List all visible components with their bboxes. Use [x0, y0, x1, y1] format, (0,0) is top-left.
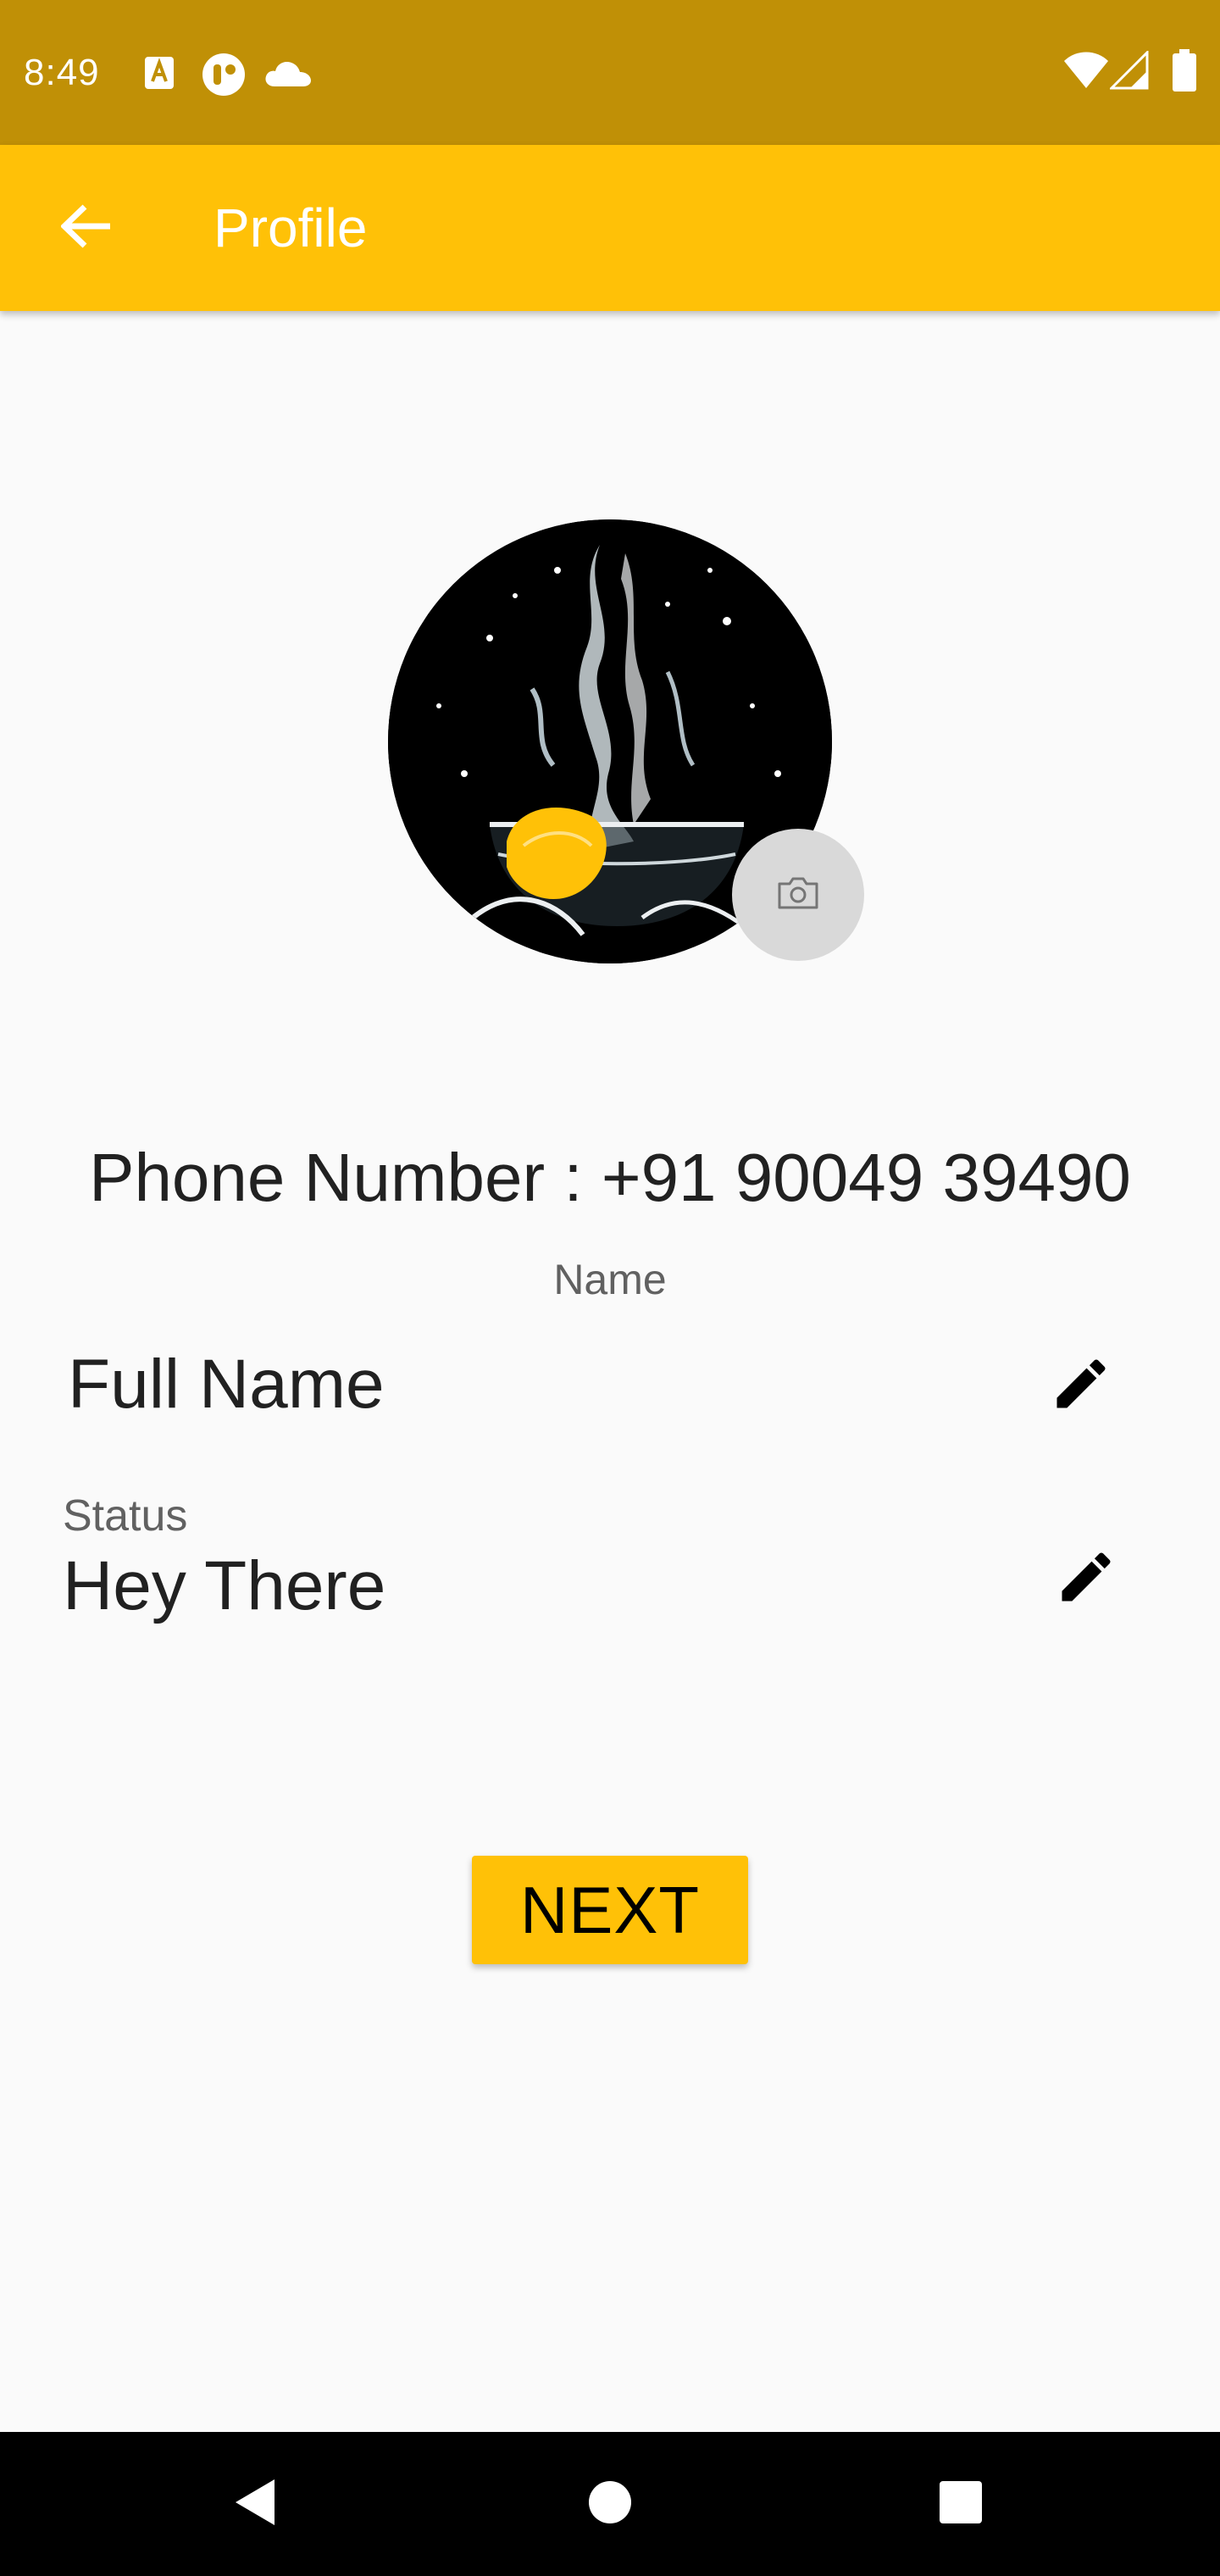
- app-notification-icon: [202, 53, 246, 101]
- nav-recents-button[interactable]: [893, 2432, 1029, 2576]
- edit-name-button[interactable]: [1040, 1345, 1122, 1426]
- triangle-back-icon: [232, 2478, 276, 2531]
- change-photo-button[interactable]: [732, 829, 864, 961]
- name-label: Name: [553, 1256, 667, 1303]
- system-nav-bar: [0, 2432, 1220, 2576]
- circle-home-icon: [588, 2480, 632, 2529]
- app-bar: Profile: [0, 145, 1220, 311]
- nav-back-button[interactable]: [186, 2432, 322, 2576]
- page-title: Profile: [214, 197, 368, 258]
- keyboard-a-icon: [144, 56, 175, 94]
- phone-number-text: Phone Number : +91 90049 39490: [89, 1140, 1131, 1215]
- cloud-icon: [264, 59, 312, 92]
- status-field[interactable]: Hey There: [63, 1544, 385, 1629]
- status-bar: 8:49: [0, 0, 1220, 145]
- edit-status-button[interactable]: [1045, 1538, 1127, 1619]
- nav-home-button[interactable]: [542, 2432, 678, 2576]
- camera-icon: [776, 875, 820, 915]
- full-name-field[interactable]: Full Name: [68, 1342, 385, 1427]
- battery-icon: [1173, 49, 1196, 96]
- back-button[interactable]: [46, 187, 127, 269]
- cell-signal-icon: [1108, 49, 1149, 94]
- square-recents-icon: [939, 2480, 983, 2529]
- status-time: 8:49: [24, 52, 100, 93]
- pencil-icon: [1054, 1545, 1118, 1613]
- next-button[interactable]: NEXT: [472, 1856, 748, 1964]
- wifi-icon: [1062, 51, 1110, 94]
- pencil-icon: [1049, 1352, 1113, 1420]
- status-label: Status: [63, 1491, 188, 1541]
- arrow-back-icon: [59, 203, 112, 253]
